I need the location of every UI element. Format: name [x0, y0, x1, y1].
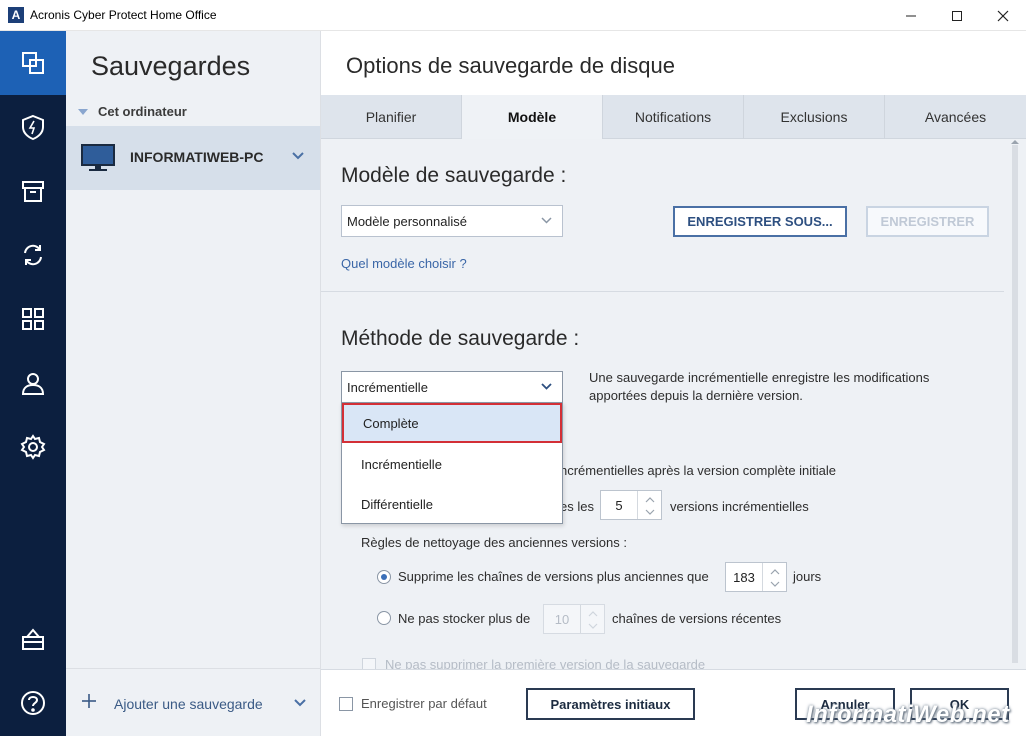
close-window-button[interactable]: [980, 0, 1026, 31]
options-tabs: Planifier Modèle Notifications Exclusion…: [321, 95, 1026, 139]
options-panel: Options de sauvegarde de disque Planifie…: [321, 31, 1026, 736]
nav-help[interactable]: [0, 671, 66, 735]
which-scheme-link[interactable]: Quel modèle choisir ?: [341, 256, 467, 271]
cleanup-older-radio[interactable]: [377, 570, 391, 584]
save-as-button[interactable]: ENREGISTRER SOUS...: [673, 206, 847, 237]
arrow-up-icon[interactable]: [770, 569, 780, 575]
plus-icon[interactable]: [81, 693, 97, 709]
chevron-down-icon[interactable]: [294, 699, 306, 707]
nav-backup[interactable]: [0, 31, 66, 95]
stepper-arrows: [637, 491, 661, 519]
dropdown-option-incremental[interactable]: Incrémentielle: [342, 444, 562, 484]
arrow-up-icon[interactable]: [588, 611, 598, 617]
shield-icon: [22, 114, 44, 141]
cleanup-keep-count-radio[interactable]: [377, 611, 391, 625]
sidebar-group-label: Cet ordinateur: [98, 104, 187, 119]
chevron-down-icon: [541, 383, 552, 390]
tab-schedule[interactable]: Planifier: [321, 95, 462, 139]
stepper-arrows: [762, 563, 786, 591]
every-text-prefix: es les: [560, 499, 594, 514]
window-title: Acronis Cyber Protect Home Office: [30, 8, 217, 22]
tab-advanced[interactable]: Avancées: [885, 95, 1026, 139]
method-select-value: Incrémentielle: [347, 379, 428, 395]
arrow-down-icon[interactable]: [588, 623, 598, 629]
nav-protection[interactable]: [0, 95, 66, 159]
save-default-checkbox[interactable]: [339, 697, 353, 711]
dropdown-option-full[interactable]: Complète: [342, 403, 562, 443]
scheme-select[interactable]: Modèle personnalisé: [341, 205, 563, 237]
sidebar-group-this-computer[interactable]: Cet ordinateur: [78, 104, 187, 119]
incremental-count-stepper[interactable]: 5: [600, 490, 662, 520]
chains-value[interactable]: 10: [544, 605, 580, 633]
save-default-label: Enregistrer par défaut: [361, 696, 487, 711]
cleanup-keep-count-label: Ne pas stocker plus de: [398, 611, 531, 626]
cleanup-older-label: Supprime les chaînes de versions plus an…: [398, 569, 709, 584]
section-divider: [321, 291, 1004, 292]
days-value[interactable]: 183: [726, 563, 762, 591]
chevron-down-icon: [541, 217, 552, 224]
incremental-count-value[interactable]: 5: [601, 491, 637, 519]
initial-settings-button[interactable]: Paramètres initiaux: [526, 688, 695, 720]
keep-first-version-checkbox[interactable]: [362, 658, 376, 669]
dropdown-option-differential[interactable]: Différentielle: [342, 484, 562, 524]
nav-archive[interactable]: [0, 159, 66, 223]
nav-settings[interactable]: [0, 415, 66, 479]
sidebar-footer: Ajouter une sauvegarde: [66, 668, 320, 736]
help-icon: [21, 691, 45, 715]
arrow-down-icon[interactable]: [770, 581, 780, 587]
backup-sidebar: Sauvegardes Cet ordinateur INFORMATIWEB-…: [66, 31, 321, 736]
scheme-section-title: Modèle de sauvegarde :: [341, 164, 567, 187]
arrow-up-icon[interactable]: [645, 497, 655, 503]
cleanup-title: Règles de nettoyage des anciennes versio…: [361, 535, 627, 550]
nav-tools[interactable]: [0, 287, 66, 351]
monitor-icon: [81, 144, 115, 171]
maximize-icon: [952, 10, 962, 21]
nav-sync[interactable]: [0, 223, 66, 287]
shop-bag-icon: [22, 628, 44, 650]
arrow-down-icon[interactable]: [645, 509, 655, 515]
sidebar-title: Sauvegardes: [91, 51, 251, 81]
method-chain-text: ncrémentielles après la version complète…: [560, 463, 837, 478]
sidebar-item-computer[interactable]: INFORMATIWEB-PC: [66, 126, 320, 190]
computer-name: INFORMATIWEB-PC: [130, 149, 264, 165]
app-logo-icon: A: [8, 7, 24, 23]
tab-scheme[interactable]: Modèle: [462, 95, 603, 139]
scrollbar-track[interactable]: [1012, 145, 1018, 663]
method-select[interactable]: Incrémentielle: [341, 371, 563, 403]
method-description: Une sauvegarde incrémentielle enregistre…: [589, 370, 930, 403]
days-unit: jours: [793, 569, 822, 584]
nav-shop[interactable]: [0, 607, 66, 671]
chevron-down-icon[interactable]: [292, 152, 304, 160]
method-section-title: Méthode de sauvegarde :: [341, 327, 580, 350]
collapse-triangle-icon: [78, 108, 88, 115]
save-button[interactable]: ENREGISTRER: [866, 206, 989, 237]
account-icon: [21, 373, 45, 395]
title-bar: A Acronis Cyber Protect Home Office: [0, 0, 1026, 31]
tab-exclusions[interactable]: Exclusions: [744, 95, 885, 139]
maximize-button[interactable]: [934, 0, 980, 31]
content-scrollbar[interactable]: [1004, 139, 1026, 669]
minimize-icon: [906, 15, 916, 16]
method-dropdown-list: Complète Incrémentielle Différentielle: [341, 402, 563, 524]
tools-grid-icon: [22, 308, 44, 330]
backup-copy-icon: [22, 52, 44, 74]
settings-gear-icon: [20, 434, 46, 460]
page-title: Options de sauvegarde de disque: [346, 53, 676, 78]
main-nav: [0, 31, 66, 736]
chains-unit: chaînes de versions récentes: [612, 611, 782, 626]
every-text-suffix: versions incrémentielles: [670, 499, 809, 514]
days-stepper[interactable]: 183: [725, 562, 787, 592]
chains-stepper[interactable]: 10: [543, 604, 605, 634]
tab-notifications[interactable]: Notifications: [603, 95, 744, 139]
watermark: InformatiWeb.net: [806, 701, 1010, 728]
keep-first-version-label: Ne pas supprimer la première version de …: [385, 657, 706, 669]
stepper-arrows: [580, 605, 604, 633]
minimize-button[interactable]: [888, 0, 934, 31]
sync-icon: [24, 244, 42, 266]
add-backup-button[interactable]: Ajouter une sauvegarde: [114, 696, 263, 712]
archive-icon: [22, 181, 44, 202]
close-icon: [997, 10, 1009, 21]
scheme-select-value: Modèle personnalisé: [347, 213, 467, 229]
nav-account[interactable]: [0, 351, 66, 415]
